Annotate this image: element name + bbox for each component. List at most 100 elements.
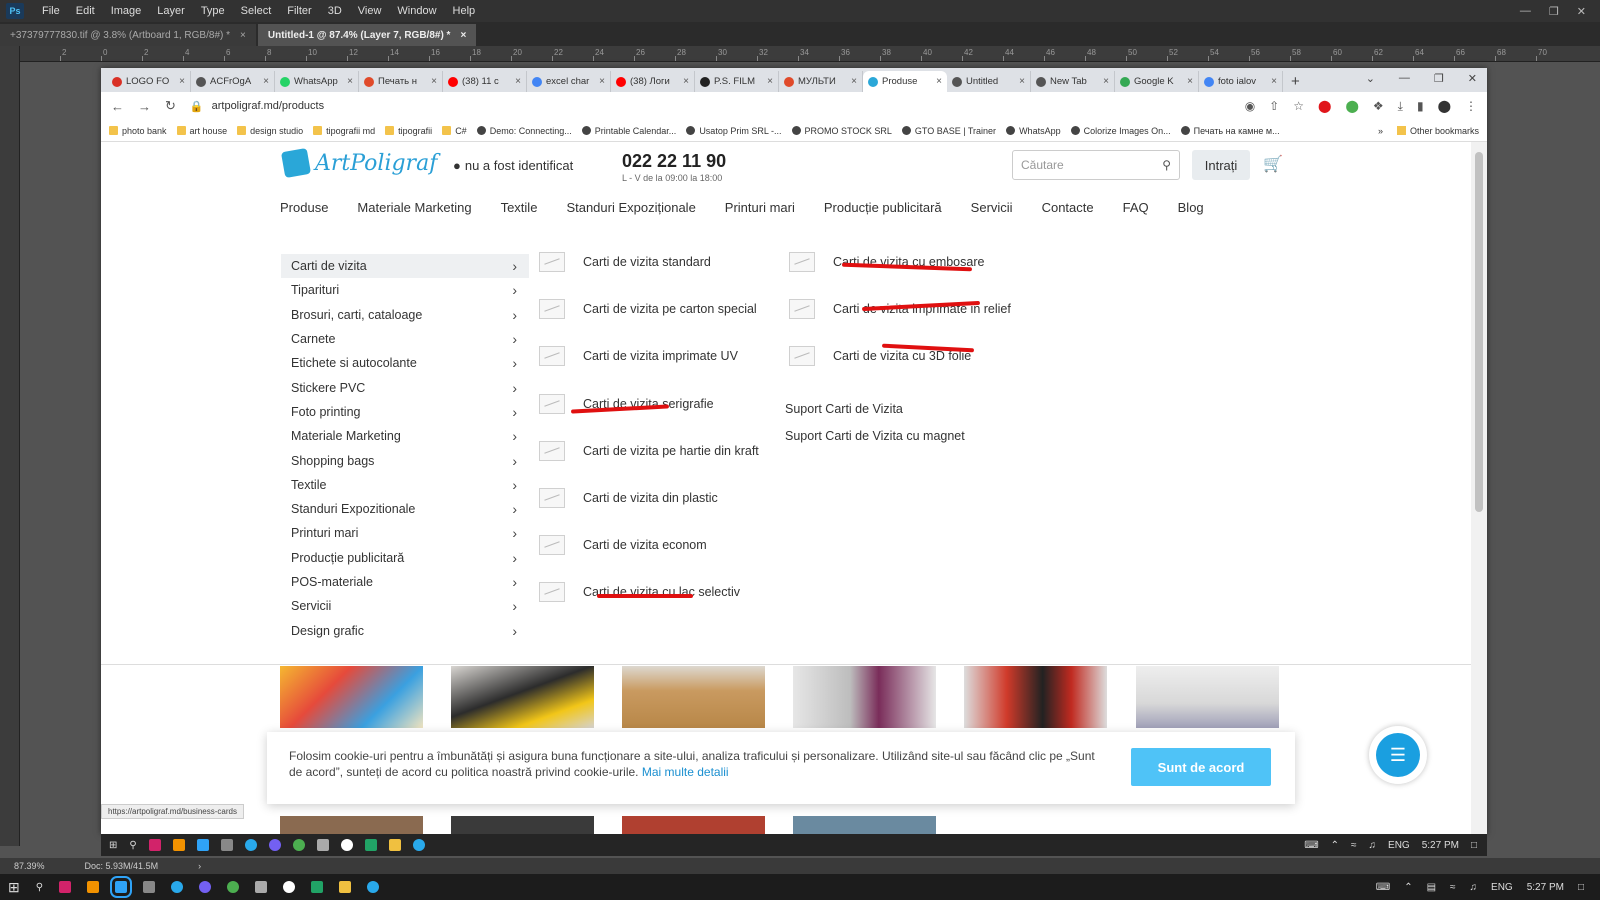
bookmark-item[interactable]: Usatop Prim SRL -...	[686, 126, 782, 136]
subcategory-item[interactable]: Carti de vizita imprimate UV	[539, 346, 738, 367]
category-item[interactable]: POS-materiale ›	[281, 570, 529, 594]
other-bookmarks[interactable]: » Other bookmarks	[1378, 126, 1487, 136]
nav-item[interactable]: Printuri mari	[725, 200, 795, 215]
close-icon[interactable]: ×	[1103, 76, 1109, 87]
close-icon[interactable]: ×	[179, 76, 185, 87]
product-thumbnail-row2[interactable]	[451, 816, 594, 834]
close-icon[interactable]: ×	[851, 76, 857, 87]
address-bar[interactable]: 🔒 artpoligraf.md/products	[190, 100, 1231, 113]
bookmark-item[interactable]: art house	[176, 126, 227, 136]
browser-tab[interactable]: LOGO FO ×	[107, 71, 191, 92]
shopping-cart-icon[interactable]: 🛒	[1263, 154, 1283, 174]
bookmark-item[interactable]: C#	[442, 126, 467, 136]
close-icon[interactable]: ×	[347, 76, 353, 87]
category-item[interactable]: Brosuri, carti, cataloage ›	[281, 303, 529, 327]
product-thumbnail-row2[interactable]	[622, 816, 765, 834]
excel-app-icon[interactable]	[311, 881, 324, 893]
bookmark-item[interactable]: Печать на камне м...	[1180, 126, 1280, 136]
forward-arrow-icon[interactable]: →	[138, 99, 151, 114]
ps-menu-layer[interactable]: Layer	[149, 5, 193, 17]
category-item[interactable]: Textile ›	[281, 473, 529, 497]
chevron-right-icon[interactable]: ›	[198, 861, 201, 871]
close-icon[interactable]: ×	[515, 76, 521, 87]
search-icon[interactable]: ⚲	[1162, 158, 1171, 172]
product-thumbnail-photo[interactable]	[280, 666, 423, 728]
ps-menu-3d[interactable]: 3D	[320, 5, 350, 17]
language-indicator[interactable]: ENG	[1491, 882, 1513, 893]
keyboard-icon[interactable]: ⌨	[1376, 882, 1390, 893]
close-icon[interactable]: ×	[240, 30, 246, 41]
browser-tab[interactable]: (38) Логи ×	[611, 71, 695, 92]
indesign-app-icon[interactable]	[59, 881, 72, 893]
browser-tab[interactable]: P.S. FILM ×	[695, 71, 779, 92]
chevron-double-right-icon[interactable]: »	[1378, 126, 1383, 136]
telegram-app-icon[interactable]	[367, 881, 380, 893]
close-icon[interactable]: ×	[599, 76, 605, 87]
calculator-app-icon[interactable]	[255, 881, 268, 893]
app-icon[interactable]	[283, 881, 296, 893]
product-thumbnail-stationery[interactable]	[451, 666, 594, 728]
bookmark-item[interactable]: Demo: Connecting...	[476, 126, 572, 136]
product-thumbnail-banner[interactable]	[1136, 666, 1279, 728]
zoom-level[interactable]: 87.39%	[14, 861, 45, 871]
browser-tab[interactable]: Google K ×	[1115, 71, 1199, 92]
nav-item[interactable]: Standuri Expoziționale	[566, 200, 695, 215]
search-input[interactable]: Căutare ⚲	[1012, 150, 1180, 180]
category-item[interactable]: Stickere PVC ›	[281, 375, 529, 399]
search-icon[interactable]: ⚲	[129, 840, 136, 851]
nav-item[interactable]: Textile	[501, 200, 538, 215]
ps-menu-edit[interactable]: Edit	[68, 5, 103, 17]
share-icon[interactable]: ⇧	[1269, 99, 1279, 113]
bookmark-item[interactable]: Colorize Images On...	[1070, 126, 1171, 136]
ps-doc-tab[interactable]: +37379777830.tif @ 3.8% (Artboard 1, RGB…	[0, 24, 256, 46]
category-item[interactable]: Servicii ›	[281, 594, 529, 618]
file-explorer-icon[interactable]	[339, 881, 352, 893]
eye-off-icon[interactable]: ◉	[1245, 99, 1255, 113]
phone-number[interactable]: 022 22 11 90	[622, 151, 726, 172]
ps-menu-window[interactable]: Window	[389, 5, 444, 17]
category-item[interactable]: Etichete si autocolante ›	[281, 351, 529, 375]
telegram-app-icon[interactable]	[171, 881, 184, 893]
browser-tab[interactable]: Produse ×	[863, 71, 947, 92]
chat-widget-button[interactable]: ☰	[1369, 726, 1427, 784]
browser-tab[interactable]: WhatsApp ×	[275, 71, 359, 92]
close-icon[interactable]: ✕	[1468, 72, 1477, 85]
location-indicator[interactable]: ● nu a fost identificat	[453, 158, 573, 173]
browser-tab[interactable]: excel char ×	[527, 71, 611, 92]
ps-menu-file[interactable]: File	[34, 5, 68, 17]
close-icon[interactable]: ×	[460, 30, 466, 41]
bookmark-item[interactable]: WhatsApp	[1006, 126, 1061, 136]
login-button[interactable]: Intrați	[1192, 150, 1250, 180]
new-tab-icon[interactable]: +	[1283, 73, 1308, 92]
wifi-icon[interactable]: ≈	[1351, 840, 1357, 851]
close-icon[interactable]: ×	[263, 76, 269, 87]
network-icon[interactable]: ▤	[1427, 882, 1436, 893]
close-icon[interactable]: ×	[767, 76, 773, 87]
chevron-up-icon[interactable]: ⌃	[1404, 882, 1412, 893]
category-item[interactable]: Materiale Marketing ›	[281, 424, 529, 448]
close-icon[interactable]: ×	[1271, 76, 1277, 87]
color-extension-icon[interactable]: ⬤	[1345, 99, 1358, 113]
viber-app-icon[interactable]	[199, 881, 212, 893]
close-icon[interactable]: ✕	[1577, 5, 1586, 18]
chrome-app-icon[interactable]	[227, 881, 240, 893]
product-thumbnail-bags[interactable]	[622, 666, 765, 728]
profile-avatar[interactable]: ⬤	[1438, 99, 1451, 113]
keyboard-icon[interactable]: ⌨	[1304, 840, 1318, 851]
search-icon[interactable]: ⚲	[36, 882, 43, 893]
subcategory-item[interactable]: Suport Carti de Vizita	[785, 402, 903, 416]
nav-item[interactable]: Blog	[1178, 200, 1204, 215]
page-scrollbar[interactable]	[1471, 142, 1487, 834]
app-icon[interactable]	[340, 839, 353, 851]
opera-extension-icon[interactable]: ⬤	[1318, 99, 1331, 113]
telegram-app-icon[interactable]	[244, 839, 257, 851]
ps-menu-help[interactable]: Help	[445, 5, 484, 17]
kebab-menu-icon[interactable]: ⋮	[1465, 99, 1477, 113]
product-thumbnail-row2[interactable]	[793, 816, 936, 834]
bookmark-item[interactable]: PROMO STOCK SRL	[791, 126, 892, 136]
nav-item[interactable]: Contacte	[1042, 200, 1094, 215]
browser-tab[interactable]: ACFrOgA ×	[191, 71, 275, 92]
product-thumbnail-rollup[interactable]	[964, 666, 1107, 728]
browser-tab[interactable]: New Tab ×	[1031, 71, 1115, 92]
chevron-up-icon[interactable]: ⌃	[1331, 840, 1339, 851]
